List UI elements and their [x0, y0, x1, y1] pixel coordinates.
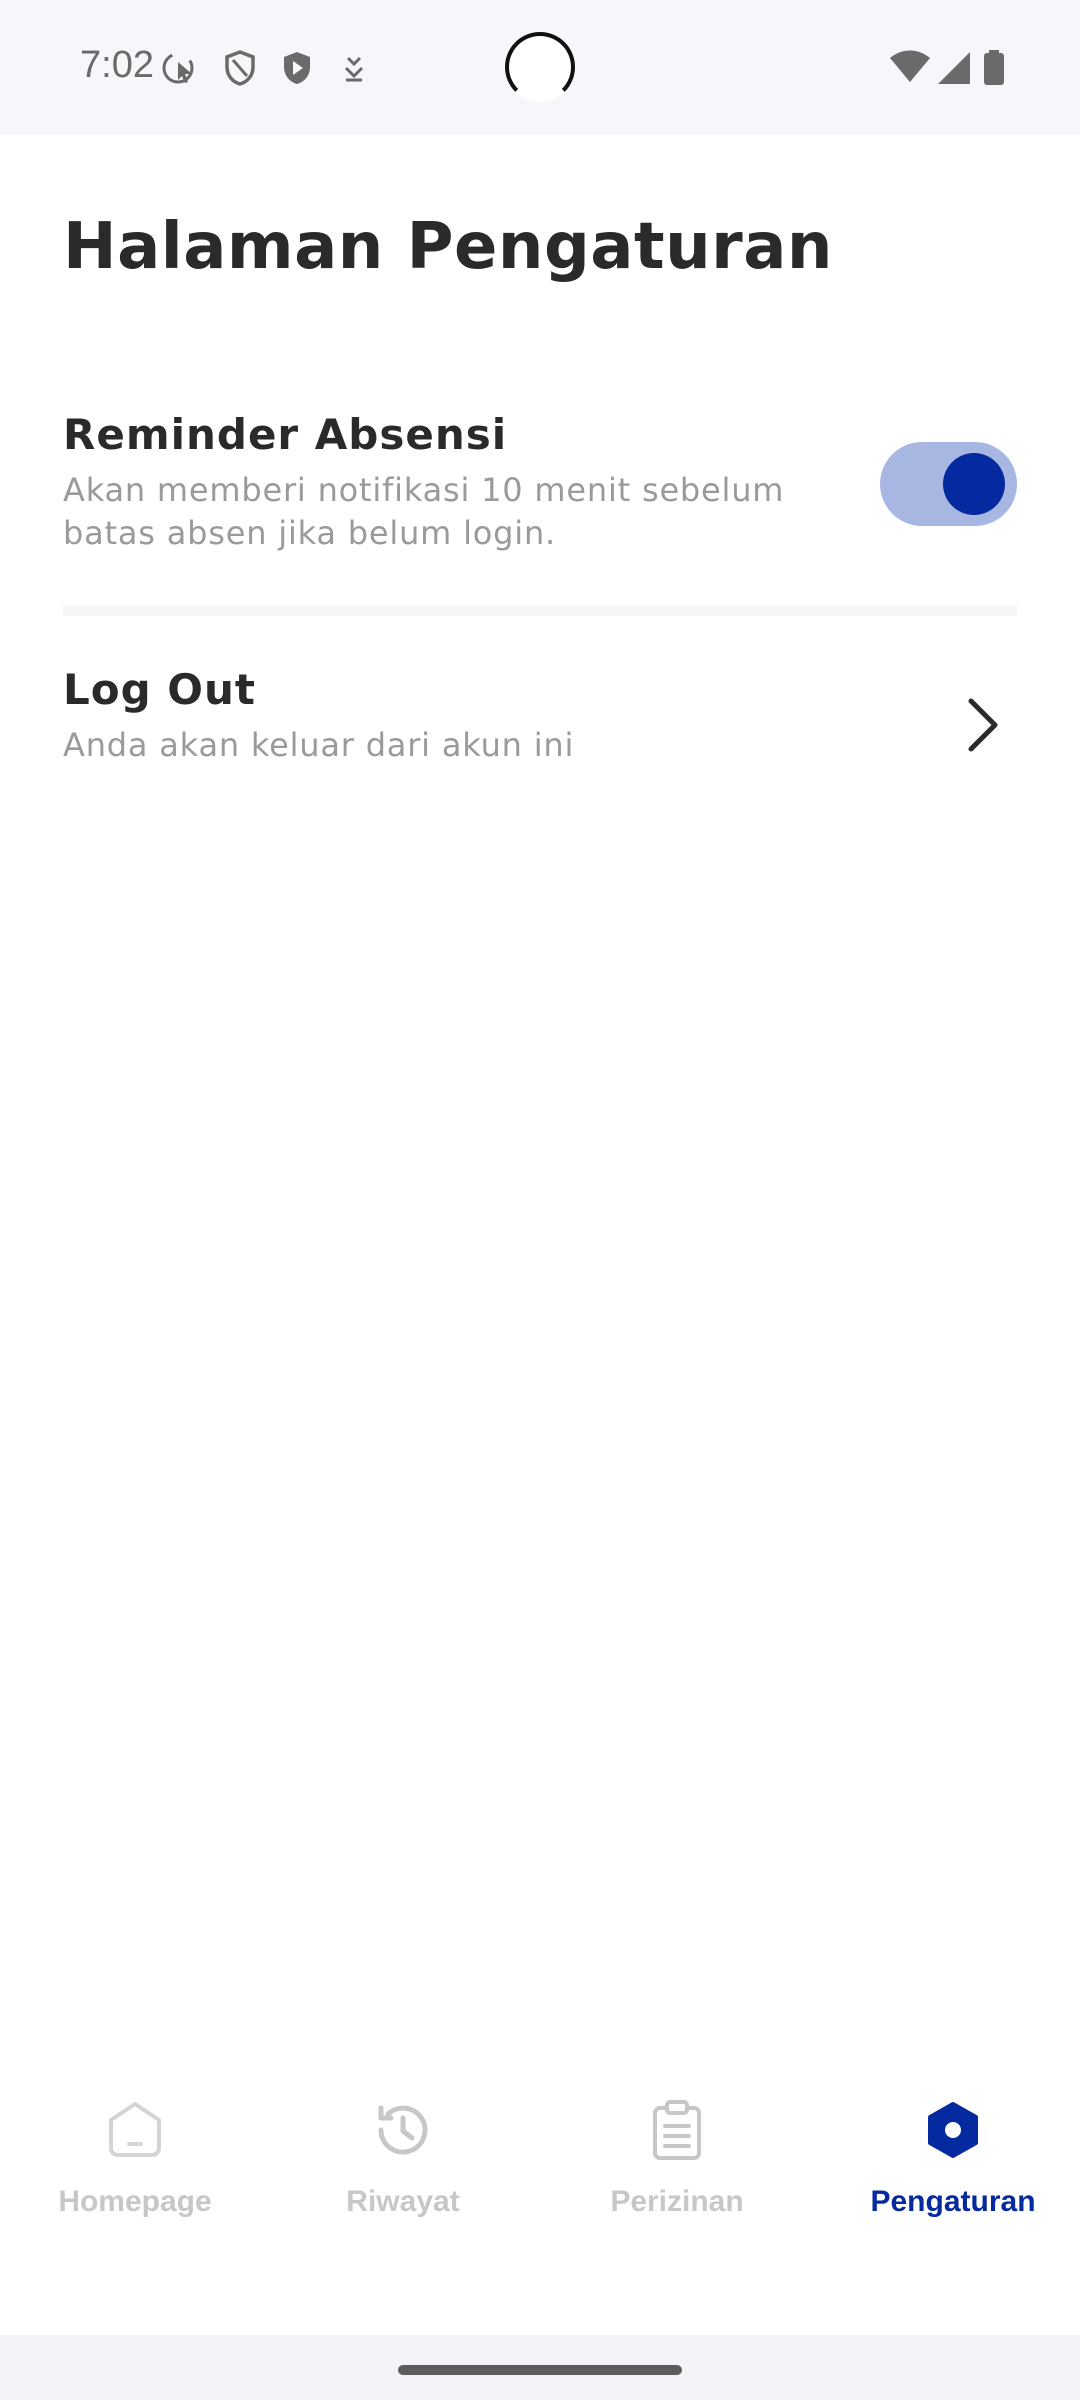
home-gesture-handle[interactable] [398, 2365, 682, 2375]
reminder-description: Akan memberi notifikasi 10 menit sebelum… [63, 471, 785, 552]
screen-record-icon [162, 52, 194, 84]
reminder-setting-row[interactable]: Reminder Absensi Akan memberi notifikasi… [63, 410, 1017, 590]
logout-description: Anda akan keluar dari akun ini [63, 726, 575, 764]
nav-item-homepage[interactable]: Homepage [0, 2070, 270, 2270]
status-time: 7:02 [80, 44, 154, 86]
chevron-right-icon [968, 698, 998, 752]
nav-item-pengaturan[interactable]: Pengaturan [818, 2070, 1080, 2270]
nav-label-pengaturan: Pengaturan [870, 2185, 1036, 2218]
shield-play-icon [284, 52, 310, 84]
logout-title: Log Out [63, 665, 256, 714]
reminder-toggle[interactable] [880, 442, 1017, 526]
nav-item-perizinan[interactable]: Perizinan [542, 2070, 812, 2270]
clipboard-icon [653, 2100, 701, 2160]
nav-label-riwayat: Riwayat [346, 2185, 460, 2218]
logout-row[interactable]: Log Out Anda akan keluar dari akun ini [63, 665, 1017, 785]
toggle-knob [943, 453, 1005, 515]
camera-cutout [505, 32, 575, 102]
download-arrow-icon [344, 56, 364, 82]
nav-item-riwayat[interactable]: Riwayat [268, 2070, 538, 2270]
settings-hexagon-icon [928, 2102, 978, 2158]
status-bar: 7:02 [0, 0, 1080, 135]
nav-label-homepage: Homepage [58, 2185, 212, 2218]
shield-outline-icon [225, 50, 255, 86]
reminder-title: Reminder Absensi [63, 410, 508, 459]
gesture-bar-area [0, 2335, 1080, 2400]
wifi-icon [890, 50, 930, 82]
bottom-nav: Homepage Riwayat Perizinan Pengaturan [0, 2070, 1080, 2270]
nav-label-perizinan: Perizinan [610, 2185, 744, 2218]
divider [63, 605, 1017, 616]
history-icon [378, 2105, 428, 2155]
cellular-signal-icon [938, 52, 970, 84]
page-title: Halaman Pengaturan [63, 210, 833, 284]
home-icon [109, 2102, 161, 2157]
battery-icon [984, 50, 1004, 85]
